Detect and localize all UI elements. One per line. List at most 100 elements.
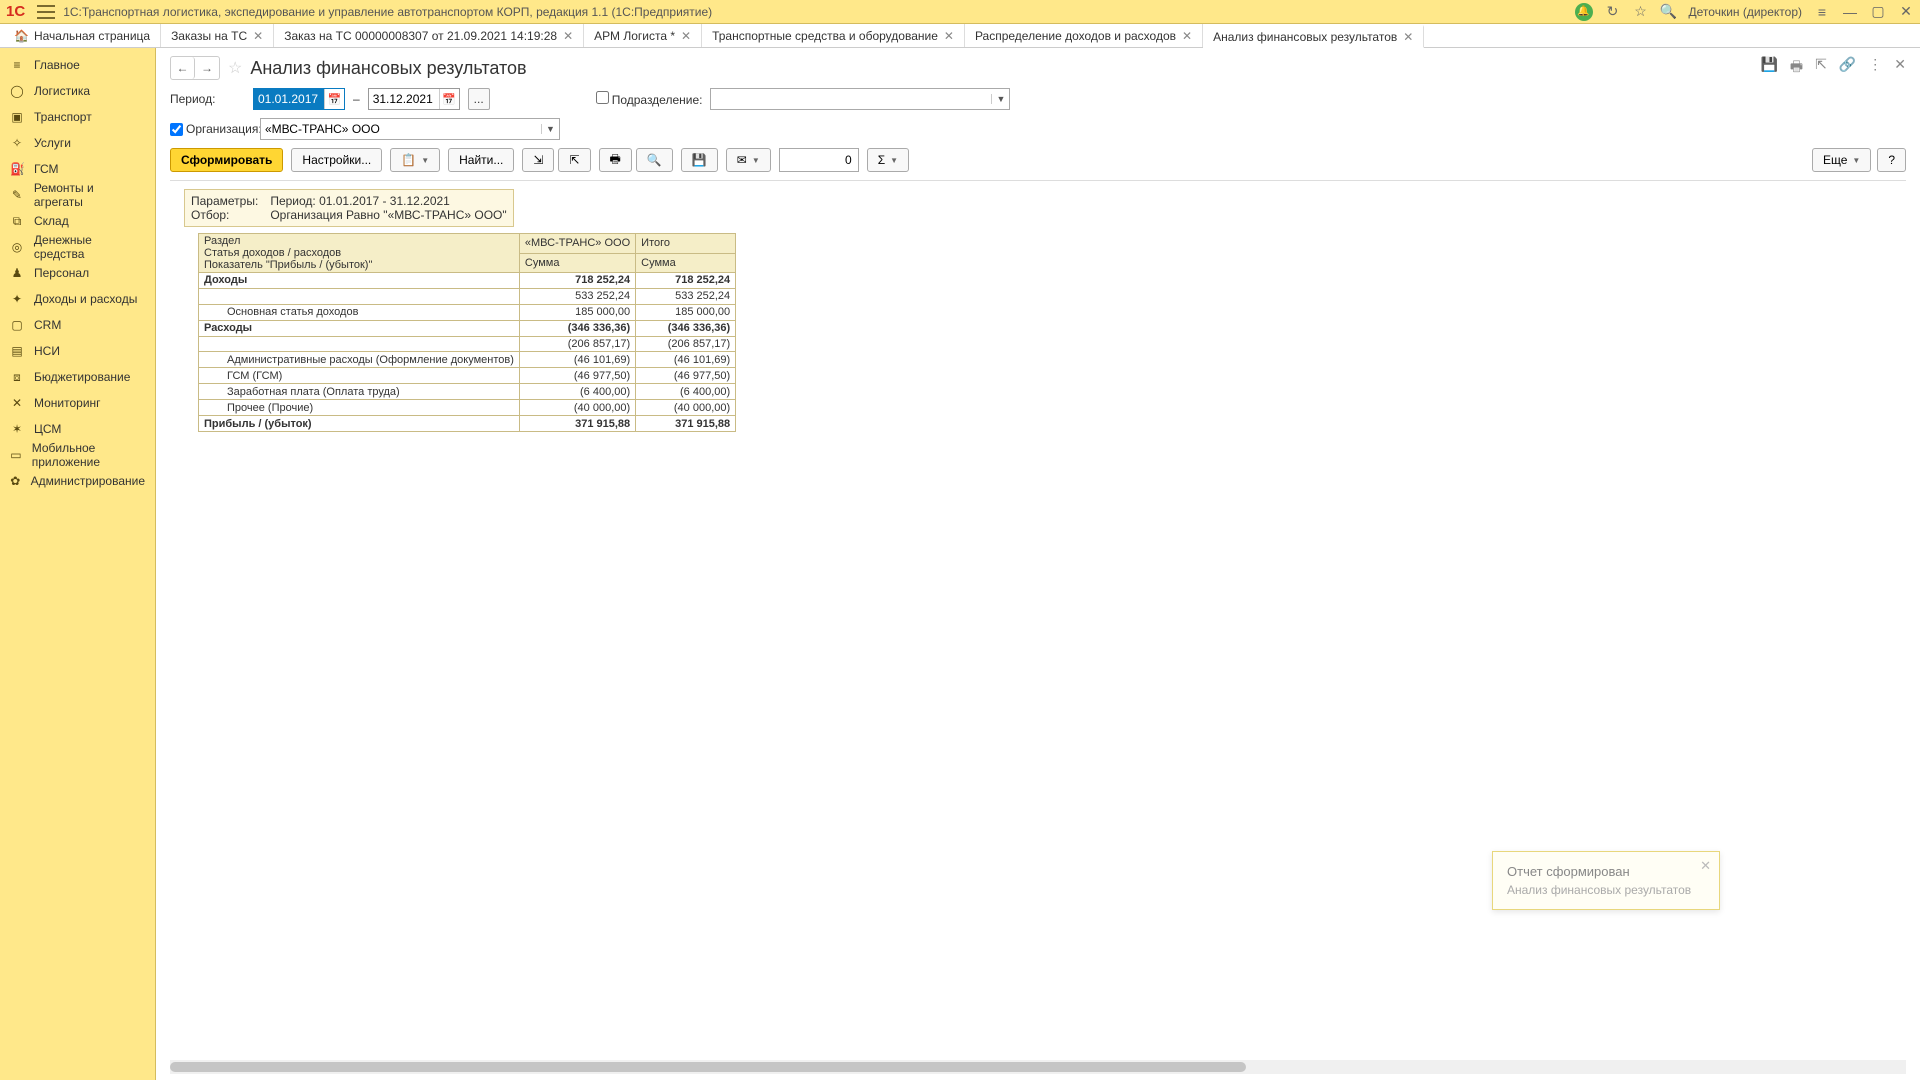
star-icon[interactable]: ☆	[1633, 4, 1649, 20]
table-row[interactable]: Расходы(346 336,36)(346 336,36)	[199, 320, 736, 336]
sidebar-item[interactable]: ⛽ГСМ	[0, 156, 155, 182]
org-select[interactable]: ▼	[260, 118, 560, 140]
minimize-icon[interactable]: —	[1842, 4, 1858, 20]
tab[interactable]: АРМ Логиста *✕	[584, 24, 702, 47]
tab[interactable]: Анализ финансовых результатов✕	[1203, 25, 1424, 48]
sidebar-item[interactable]: ✎Ремонты и агрегаты	[0, 182, 155, 208]
date-from-field[interactable]: 📅	[253, 88, 345, 110]
sidebar-item[interactable]: ≡Главное	[0, 52, 155, 78]
tab[interactable]: Заказы на ТС✕	[161, 24, 274, 47]
table-row[interactable]: Прочее (Прочие)(40 000,00)(40 000,00)	[199, 400, 736, 416]
kebab-icon[interactable]: ⋮	[1868, 56, 1882, 80]
close-window-icon[interactable]: ✕	[1898, 4, 1914, 20]
app-logo: 1C	[6, 3, 25, 20]
tab-close-icon[interactable]: ✕	[681, 29, 691, 43]
generate-button[interactable]: Сформировать	[170, 148, 283, 172]
expand-button[interactable]: ⇲	[522, 148, 554, 172]
save-icon[interactable]: 💾	[1760, 56, 1777, 80]
sidebar-label: Денежные средства	[34, 233, 145, 261]
help-button[interactable]: ?	[1877, 148, 1906, 172]
org-checkbox[interactable]	[170, 123, 183, 136]
notifications-icon[interactable]: 🔔	[1575, 3, 1593, 21]
search-icon[interactable]: 🔍	[1661, 4, 1677, 20]
sidebar-item[interactable]: ▢CRM	[0, 312, 155, 338]
horizontal-scrollbar[interactable]	[170, 1060, 1906, 1074]
sidebar-item[interactable]: ▭Мобильное приложение	[0, 442, 155, 468]
tab-close-icon[interactable]: ✕	[1403, 30, 1413, 44]
sidebar-item[interactable]: ◎Денежные средства	[0, 234, 155, 260]
variant-button[interactable]: 📋▼	[390, 148, 440, 172]
sidebar-item[interactable]: ⧉Склад	[0, 208, 155, 234]
nav-back-button[interactable]: ←	[171, 57, 195, 79]
save-report-button[interactable]: 💾	[681, 148, 718, 172]
sidebar-item[interactable]: ♟Персонал	[0, 260, 155, 286]
more-button[interactable]: Еще▼	[1812, 148, 1871, 172]
settings-button[interactable]: Настройки...	[291, 148, 382, 172]
main-menu-icon[interactable]	[37, 5, 55, 19]
favorite-icon[interactable]: ☆	[228, 58, 242, 78]
sidebar-item[interactable]: ✶ЦСМ	[0, 416, 155, 442]
maximize-icon[interactable]: ▢	[1870, 4, 1886, 20]
collapse-button[interactable]: ⇱	[558, 148, 590, 172]
date-to-input[interactable]	[369, 89, 439, 109]
nav-fwd-button[interactable]: →	[195, 57, 219, 79]
email-button[interactable]: ✉▼	[726, 148, 771, 172]
sidebar-label: Склад	[34, 214, 69, 228]
org-checkbox-label[interactable]: Организация:	[170, 122, 252, 136]
chevron-down-icon[interactable]: ▼	[991, 94, 1009, 104]
tab-close-icon[interactable]: ✕	[253, 29, 263, 43]
table-row[interactable]: Заработная плата (Оплата труда)(6 400,00…	[199, 384, 736, 400]
table-row[interactable]: (206 857,17)(206 857,17)	[199, 336, 736, 352]
tab-close-icon[interactable]: ✕	[563, 29, 573, 43]
org-input[interactable]	[261, 122, 541, 136]
table-row[interactable]: Прибыль / (убыток)371 915,88371 915,88	[199, 416, 736, 432]
sidebar-item[interactable]: ✦Доходы и расходы	[0, 286, 155, 312]
find-button[interactable]: Найти...	[448, 148, 514, 172]
toast-close-icon[interactable]: ✕	[1700, 858, 1711, 874]
tab-close-icon[interactable]: ✕	[1182, 29, 1192, 43]
sidebar-item[interactable]: ⧈Бюджетирование	[0, 364, 155, 390]
calendar-from-icon[interactable]: 📅	[324, 89, 344, 109]
sidebar-item[interactable]: ▣Транспорт	[0, 104, 155, 130]
tab[interactable]: Транспортные средства и оборудование✕	[702, 24, 965, 47]
sidebar-item[interactable]: ◯Логистика	[0, 78, 155, 104]
tab[interactable]: Распределение доходов и расходов✕	[965, 24, 1203, 47]
period-picker-button[interactable]: ...	[468, 88, 490, 110]
sidebar-item[interactable]: ✿Администрирование	[0, 468, 155, 494]
print-icon[interactable]: 🖶	[1790, 56, 1803, 80]
sidebar-label: ЦСМ	[34, 422, 61, 436]
tab[interactable]: 🏠Начальная страница	[4, 24, 161, 47]
tab-close-icon[interactable]: ✕	[944, 29, 954, 43]
current-user[interactable]: Деточкин (директор)	[1689, 5, 1802, 19]
chevron-down-icon[interactable]: ▼	[541, 124, 559, 134]
table-row[interactable]: Административные расходы (Оформление док…	[199, 352, 736, 368]
window-titlebar: 1C 1С:Транспортная логистика, экспедиров…	[0, 0, 1920, 24]
close-page-icon[interactable]: ✕	[1894, 56, 1906, 80]
table-row[interactable]: Основная статья доходов185 000,00185 000…	[199, 304, 736, 320]
history-icon[interactable]: ↻	[1605, 4, 1621, 20]
table-row[interactable]: ГСМ (ГСМ)(46 977,50)(46 977,50)	[199, 368, 736, 384]
division-select[interactable]: ▼	[710, 88, 1010, 110]
number-field[interactable]	[779, 148, 859, 172]
print-button[interactable]: 🖶	[599, 148, 632, 172]
sidebar-item[interactable]: ✧Услуги	[0, 130, 155, 156]
export-icon[interactable]: ⇱	[1815, 56, 1827, 80]
division-input[interactable]	[711, 92, 991, 106]
tab[interactable]: Заказ на ТС 00000008307 от 21.09.2021 14…	[274, 24, 584, 47]
division-checkbox-label[interactable]: Подразделение:	[596, 91, 703, 107]
division-checkbox[interactable]	[596, 91, 609, 104]
preview-button[interactable]: 🔍	[636, 148, 673, 172]
sidebar-item[interactable]: ▤НСИ	[0, 338, 155, 364]
table-row[interactable]: 533 252,24533 252,24	[199, 288, 736, 304]
sum-button[interactable]: Σ▼	[867, 148, 909, 172]
sidebar-item[interactable]: ✕Мониторинг	[0, 390, 155, 416]
date-from-input[interactable]	[254, 89, 324, 109]
report-toolbar: Сформировать Настройки... 📋▼ Найти... ⇲ …	[156, 144, 1920, 180]
sidebar-label: Доходы и расходы	[34, 292, 137, 306]
settings-icon[interactable]: ≡	[1814, 4, 1830, 20]
table-row[interactable]: Доходы718 252,24718 252,24	[199, 273, 736, 289]
date-to-field[interactable]: 📅	[368, 88, 460, 110]
period-row: Период: 📅 – 📅 ... Подразделение: ▼	[156, 84, 1920, 114]
calendar-to-icon[interactable]: 📅	[439, 89, 459, 109]
link-icon[interactable]: 🔗	[1839, 56, 1856, 80]
